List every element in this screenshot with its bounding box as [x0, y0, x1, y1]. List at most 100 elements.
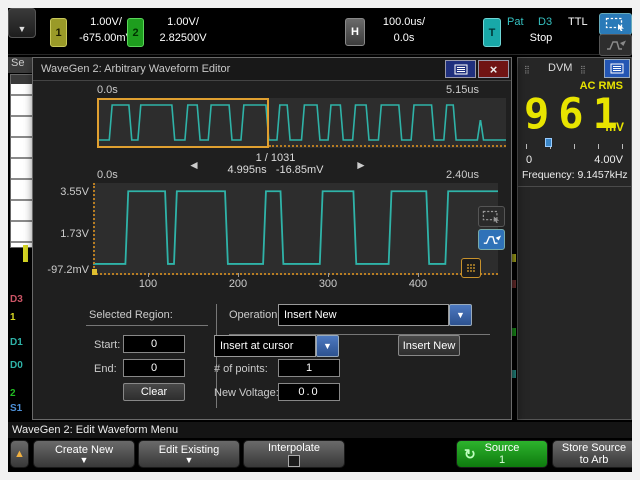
down-arrow-icon: ▼: [80, 456, 89, 465]
overview-start-time: 0.0s: [97, 84, 118, 96]
overview-selection-rect[interactable]: [97, 98, 269, 148]
down-arrow-icon: ▼: [185, 456, 194, 465]
divider: [86, 325, 208, 326]
dropdown-arrow-icon[interactable]: ▼: [449, 304, 472, 326]
toolbar-menu-button[interactable]: ▼: [8, 8, 36, 38]
scale-tick: [622, 144, 623, 149]
x-tick-label: 300: [313, 278, 343, 290]
point-index-readout: 1 / 1031: [173, 152, 378, 164]
corner-waveform-tool-button[interactable]: [599, 34, 632, 56]
dvm-scale-marker: [545, 138, 552, 147]
dvm-scale-max: 4.00V: [594, 154, 623, 166]
softkey-interpolate[interactable]: Interpolate: [243, 440, 345, 468]
points-label: # of points:: [214, 363, 268, 375]
cursor-drag-handle[interactable]: [461, 258, 481, 278]
draw-waveform-tool-button[interactable]: [478, 229, 505, 250]
insert-new-button[interactable]: Insert New: [398, 335, 460, 356]
operation-value: Insert New: [278, 304, 449, 326]
dropdown-arrow-icon[interactable]: ▼: [316, 335, 339, 357]
next-page-button[interactable]: ►: [355, 158, 367, 172]
status-bar: WaveGen 2: Edit Waveform Menu: [8, 422, 632, 438]
scope-screen: ▼ 1 1.00V/ -675.00mV 2 1.00V/ 2.82500V H…: [8, 8, 632, 472]
channel2-scale[interactable]: 1.00V/: [147, 16, 219, 29]
dvm-frequency: Frequency: 9.1457kHz: [522, 169, 628, 181]
horizontal-delay[interactable]: 0.0s: [368, 32, 440, 45]
dvm-frequency-label: Frequency:: [522, 169, 575, 181]
softkey-create-new[interactable]: Create New ▼: [33, 440, 135, 468]
channel-marker-D1: D1: [10, 337, 23, 348]
x-tick-label: 100: [133, 278, 163, 290]
points-input[interactable]: [278, 359, 340, 377]
insert-mode-value: Insert at cursor: [214, 335, 316, 357]
interpolate-checkbox[interactable]: [288, 455, 300, 467]
y-axis-label-bottom: -97.2mV: [33, 264, 89, 276]
softkey-label-line2: to Arb: [580, 454, 609, 466]
dialog-close-button[interactable]: ×: [478, 60, 509, 78]
selection-rect-icon: [482, 210, 501, 223]
waveform-edit-icon: [605, 39, 627, 52]
channel1-badge[interactable]: 1: [50, 18, 67, 47]
trigger-source[interactable]: Pat: [507, 16, 524, 29]
new-voltage-input[interactable]: [278, 383, 340, 401]
x-tick-mark: [238, 273, 239, 277]
background-list-column: [10, 74, 34, 248]
softkey-edit-existing[interactable]: Edit Existing ▼: [138, 440, 240, 468]
editor-start-time: 0.0s: [97, 169, 118, 181]
start-input[interactable]: [123, 335, 185, 353]
softkey-label: Store Source: [562, 442, 626, 454]
editor-plot[interactable]: [93, 183, 498, 275]
selected-region-label: Selected Region:: [89, 309, 173, 321]
horizontal-badge[interactable]: H: [345, 18, 365, 46]
source-value: 1: [499, 454, 505, 466]
channel-marker-D3: D3: [10, 294, 23, 305]
channel2-badge[interactable]: 2: [127, 18, 144, 47]
end-label: End:: [94, 363, 117, 375]
grip-dots-right-icon: ⣿: [580, 65, 587, 74]
overview-baseline-dotted: [269, 145, 506, 147]
channel-marker-2: 2: [10, 388, 16, 399]
dialog-titlebar[interactable]: WaveGen 2: Arbitrary Waveform Editor ×: [33, 58, 511, 81]
select-region-tool-button[interactable]: [478, 206, 505, 227]
dvm-scale-bar: [526, 142, 624, 154]
horizontal-scale[interactable]: 100.0us/: [368, 16, 440, 29]
end-input[interactable]: [123, 359, 185, 377]
editor-bottom-dotted-axis: [93, 273, 498, 275]
background-left-panel-label: Se: [8, 57, 33, 73]
softkey-label: Interpolate: [268, 442, 320, 454]
x-tick-mark: [148, 273, 149, 277]
background-list-header: [11, 75, 33, 84]
dialog-title: WaveGen 2: Arbitrary Waveform Editor: [33, 63, 445, 75]
overview-end-time: 5.15us: [446, 84, 479, 96]
dialog-menu-button[interactable]: [445, 60, 476, 78]
dvm-menu-button[interactable]: [604, 59, 630, 78]
oscilloscope-screen-frame: ▼ 1 1.00V/ -675.00mV 2 1.00V/ 2.82500V H…: [0, 0, 640, 480]
insert-mode-dropdown[interactable]: Insert at cursor ▼: [214, 335, 339, 357]
softkey-store-source[interactable]: Store Source to Arb: [552, 440, 632, 468]
trigger-bit[interactable]: D3: [538, 16, 552, 29]
trigger-badge[interactable]: T: [483, 18, 501, 47]
channel2-offset[interactable]: 2.82500V: [147, 32, 219, 45]
corner-select-tool-button[interactable]: [599, 13, 632, 35]
softkey-source[interactable]: ↻ Source 1: [456, 440, 548, 468]
grid-dots-icon: [466, 263, 476, 273]
operation-label: Operation:: [229, 309, 280, 321]
dvm-frequency-value: 9.1457kHz: [577, 169, 627, 181]
y-axis-label-mid: 1.73V: [33, 228, 89, 240]
operation-dropdown[interactable]: Insert New ▼: [278, 304, 472, 326]
dvm-scale-min: 0: [526, 154, 532, 166]
channel-marker-1: 1: [10, 312, 16, 323]
trigger-level[interactable]: TTL: [568, 16, 588, 29]
cursor-voltage: -16.85mV: [276, 164, 324, 176]
wavegen-editor-dialog: WaveGen 2: Arbitrary Waveform Editor × 0…: [32, 57, 512, 420]
top-toolbar: ▼ 1 1.00V/ -675.00mV 2 1.00V/ 2.82500V H…: [8, 8, 632, 55]
menu-arrow-icon: ▼: [18, 24, 27, 34]
softkey-label: Edit Existing: [159, 444, 220, 456]
x-tick-mark: [418, 273, 419, 277]
channel-marker-S1: S1: [10, 403, 22, 414]
softkey-back-up[interactable]: ▲: [10, 440, 29, 468]
clear-button[interactable]: Clear: [123, 383, 185, 401]
softkey-label: Create New: [55, 444, 113, 456]
scale-tick: [574, 144, 575, 149]
scale-tick: [526, 144, 527, 149]
dvm-unit: mV: [605, 120, 624, 134]
